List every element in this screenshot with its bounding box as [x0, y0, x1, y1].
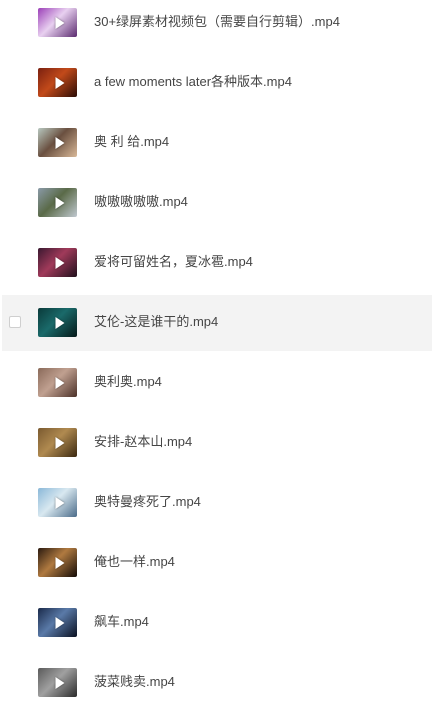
file-row[interactable]: 奥 利 给.mp4 [0, 115, 434, 171]
play-icon [55, 316, 64, 329]
video-thumbnail[interactable] [38, 8, 77, 37]
video-thumbnail[interactable] [38, 128, 77, 157]
video-thumbnail[interactable] [38, 368, 77, 397]
file-name[interactable]: 奥特曼疼死了.mp4 [94, 493, 201, 511]
file-row[interactable]: 艾伦-这是谁干的.mp4 [2, 295, 432, 351]
row-checkbox[interactable] [9, 316, 21, 328]
video-thumbnail[interactable] [38, 248, 77, 277]
file-name[interactable]: 奥利奥.mp4 [94, 373, 162, 391]
file-name[interactable]: 飙车.mp4 [94, 613, 149, 631]
file-name[interactable]: 爱将可留姓名，夏冰雹.mp4 [94, 253, 253, 271]
file-row[interactable]: 嗷嗷嗷嗷嗷.mp4 [0, 175, 434, 231]
play-icon [55, 196, 64, 209]
file-row[interactable]: 安排-赵本山.mp4 [0, 415, 434, 471]
file-row[interactable]: a few moments later各种版本.mp4 [0, 55, 434, 111]
video-thumbnail[interactable] [38, 668, 77, 697]
file-name[interactable]: a few moments later各种版本.mp4 [94, 73, 292, 91]
play-icon [55, 376, 64, 389]
play-icon [55, 676, 64, 689]
file-row[interactable]: 俺也一样.mp4 [0, 535, 434, 591]
file-row[interactable]: 30+绿屏素材视频包（需要自行剪辑）.mp4 [0, 0, 434, 51]
play-icon [55, 496, 64, 509]
file-name[interactable]: 30+绿屏素材视频包（需要自行剪辑）.mp4 [94, 13, 340, 31]
file-row[interactable]: 奥利奥.mp4 [0, 355, 434, 411]
play-icon [55, 436, 64, 449]
file-row[interactable]: 菠菜贱卖.mp4 [0, 655, 434, 711]
play-icon [55, 136, 64, 149]
video-thumbnail[interactable] [38, 608, 77, 637]
play-icon [55, 616, 64, 629]
file-name[interactable]: 嗷嗷嗷嗷嗷.mp4 [94, 193, 188, 211]
file-row[interactable]: 爱将可留姓名，夏冰雹.mp4 [0, 235, 434, 291]
play-icon [55, 256, 64, 269]
file-name[interactable]: 奥 利 给.mp4 [94, 133, 169, 151]
video-thumbnail[interactable] [38, 68, 77, 97]
play-icon [55, 76, 64, 89]
file-name[interactable]: 俺也一样.mp4 [94, 553, 175, 571]
video-thumbnail[interactable] [38, 188, 77, 217]
video-thumbnail[interactable] [38, 488, 77, 517]
play-icon [55, 556, 64, 569]
video-thumbnail[interactable] [38, 428, 77, 457]
video-thumbnail[interactable] [38, 308, 77, 337]
video-thumbnail[interactable] [38, 548, 77, 577]
file-name[interactable]: 安排-赵本山.mp4 [94, 433, 192, 451]
file-row[interactable]: 奥特曼疼死了.mp4 [0, 475, 434, 531]
file-name[interactable]: 艾伦-这是谁干的.mp4 [94, 313, 218, 331]
file-row[interactable]: 飙车.mp4 [0, 595, 434, 651]
play-icon [55, 16, 64, 29]
file-name[interactable]: 菠菜贱卖.mp4 [94, 673, 175, 691]
